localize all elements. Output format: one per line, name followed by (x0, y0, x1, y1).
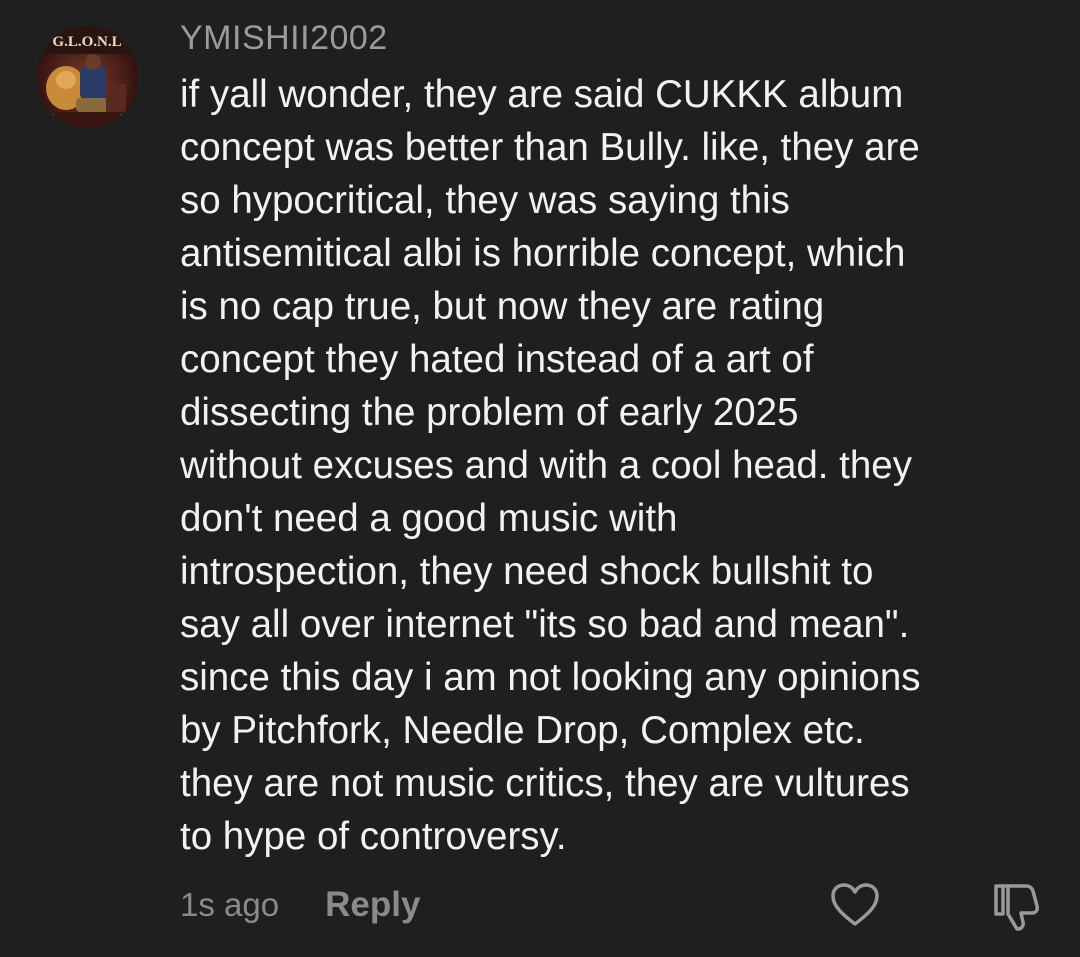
comment-item: G.L.O.N.L YMISHII2002 if yall wonder, th… (0, 0, 1080, 957)
comment-text-line: to hype of controversy. (180, 815, 567, 858)
comment-text-line: say all over internet "its so bad and me… (180, 603, 910, 646)
comment-text-line: concept was better than Bully. like, the… (180, 126, 920, 169)
comment-text-line: they are not music critics, they are vul… (180, 762, 910, 805)
reply-button[interactable]: Reply (325, 885, 420, 925)
comment-text-line: since this day i am not looking any opin… (180, 656, 921, 699)
comment-timestamp: 1s ago (180, 886, 280, 923)
comment-text-line: so hypocritical, they was saying this (180, 179, 790, 222)
thumbs-down-outline-icon[interactable] (990, 880, 1042, 932)
comment-text-line: without excuses and with a cool head. th… (180, 444, 912, 487)
comment-text-line: dissecting the problem of early 2025 (180, 391, 799, 434)
comment-text-line: antisemitical albi is horrible concept, … (180, 232, 906, 275)
comment-text-line: concept they hated instead of a art of (180, 338, 814, 381)
heart-outline-icon[interactable] (830, 882, 880, 928)
avatar-logo-text: G.L.O.N.L (52, 34, 121, 50)
comment-text-line: is no cap true, but now they are rating (180, 285, 825, 328)
avatar-image: G.L.O.N.L (36, 26, 138, 128)
comment-text-line: by Pitchfork, Needle Drop, Complex etc. (180, 709, 865, 752)
comment-text-line: if yall wonder, they are said CUKKK albu… (180, 73, 904, 116)
comment-username[interactable]: YMISHII2002 (180, 16, 388, 60)
comment-text-line: introspection, they need shock bullshit … (180, 550, 874, 593)
comment-text-line: don't need a good music with (180, 497, 678, 540)
comment-text: if yall wonder, they are said CUKKK albu… (180, 68, 1060, 863)
avatar[interactable]: G.L.O.N.L (36, 26, 138, 128)
comment-footer: 1s ago Reply (180, 880, 420, 930)
